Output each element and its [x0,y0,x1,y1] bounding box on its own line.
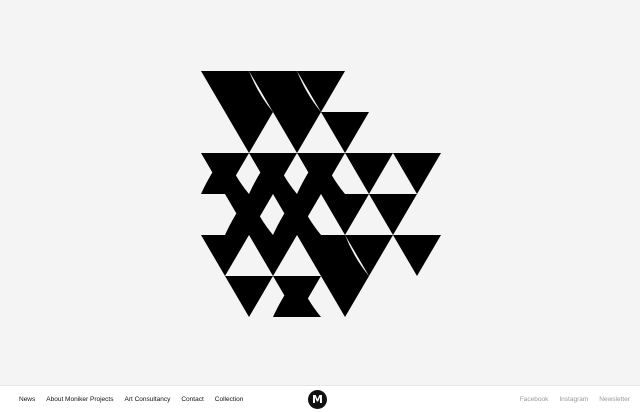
nav-link-contact[interactable]: Contact [181,396,203,403]
artwork-triangle [321,276,369,317]
artwork-triangle [369,194,417,235]
artwork-triangle [393,235,441,276]
nav-link-collection[interactable]: Collection [215,396,244,403]
artwork-triangle [201,235,249,276]
artwork-triangle [321,194,369,235]
nav-link-newsletter[interactable]: Newsletter [599,396,630,403]
page: News About Moniker Projects Art Consulta… [0,0,640,412]
social-nav: Facebook Instagram Newsletter [520,386,630,412]
nav-link-about[interactable]: About Moniker Projects [46,396,113,403]
nav-link-facebook[interactable]: Facebook [520,396,549,403]
artwork-triangle [273,112,321,153]
primary-nav: News About Moniker Projects Art Consulta… [19,386,243,412]
nav-link-news[interactable]: News [19,396,35,403]
artwork-triangle [225,112,273,153]
artwork-triangle [393,153,441,194]
site-footer-nav: News About Moniker Projects Art Consulta… [0,385,640,412]
logo-letter: M [312,393,323,406]
nav-link-art-consultancy[interactable]: Art Consultancy [124,396,170,403]
artwork-triangle [249,235,297,276]
moniker-logo-icon[interactable]: M [308,390,327,409]
nav-link-instagram[interactable]: Instagram [559,396,588,403]
artwork-triangle [321,112,369,153]
triangle-pattern-artwork [201,71,441,317]
artwork-triangle [345,153,393,194]
